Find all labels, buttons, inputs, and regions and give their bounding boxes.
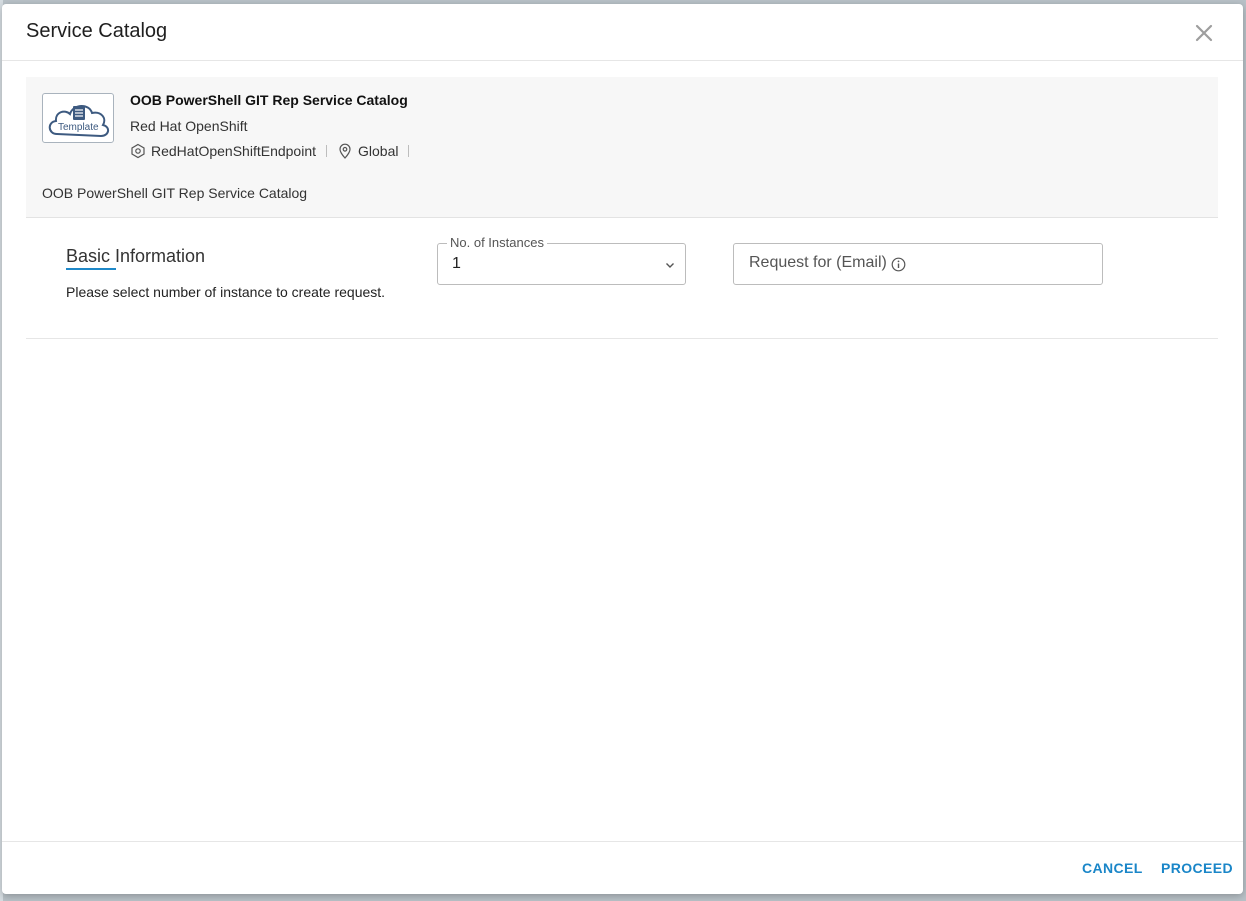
meta-divider	[326, 145, 327, 157]
service-meta: RedHatOpenShiftEndpoint Global	[130, 143, 419, 159]
section-title-underline	[66, 268, 116, 270]
template-cloud-icon: Template	[42, 93, 114, 143]
endpoint-icon	[130, 143, 146, 159]
template-label: Template	[58, 122, 99, 133]
request-for-email-field[interactable]: Request for (Email)	[733, 243, 1103, 285]
service-provider: Red Hat OpenShift	[130, 118, 248, 134]
location-pin-icon	[337, 143, 353, 159]
instances-select[interactable]: No. of Instances 1	[437, 235, 686, 285]
meta-divider	[408, 145, 410, 157]
service-catalog-dialog: Service Catalog Template OOB PowerShell …	[2, 4, 1243, 894]
proceed-button[interactable]: PROCEED	[1161, 860, 1233, 876]
section-title: Basic Information	[66, 246, 206, 266]
catalog-summary: Template OOB PowerShell GIT Rep Service …	[26, 77, 1218, 218]
endpoint-name: RedHatOpenShiftEndpoint	[151, 143, 316, 159]
info-icon[interactable]	[891, 257, 906, 272]
chevron-down-icon[interactable]	[664, 258, 676, 270]
service-description: OOB PowerShell GIT Rep Service Catalog	[42, 185, 308, 201]
cancel-button[interactable]: CANCEL	[1082, 860, 1143, 876]
dialog-footer: CANCEL PROCEED	[2, 841, 1243, 894]
email-placeholder: Request for (Email)	[749, 254, 906, 272]
section-hint: Please select number of instance to crea…	[66, 284, 386, 300]
dialog-title: Service Catalog	[26, 20, 168, 42]
instances-label: No. of Instances	[447, 235, 547, 251]
region-name: Global	[358, 143, 399, 159]
dialog-header: Service Catalog	[2, 4, 1243, 61]
service-name: OOB PowerShell GIT Rep Service Catalog	[130, 92, 408, 108]
basic-information-section: Basic Information Please select number o…	[26, 218, 1218, 339]
instances-value: 1	[452, 255, 461, 272]
close-icon[interactable]	[1193, 22, 1215, 44]
email-placeholder-text: Request for (Email)	[749, 254, 887, 271]
